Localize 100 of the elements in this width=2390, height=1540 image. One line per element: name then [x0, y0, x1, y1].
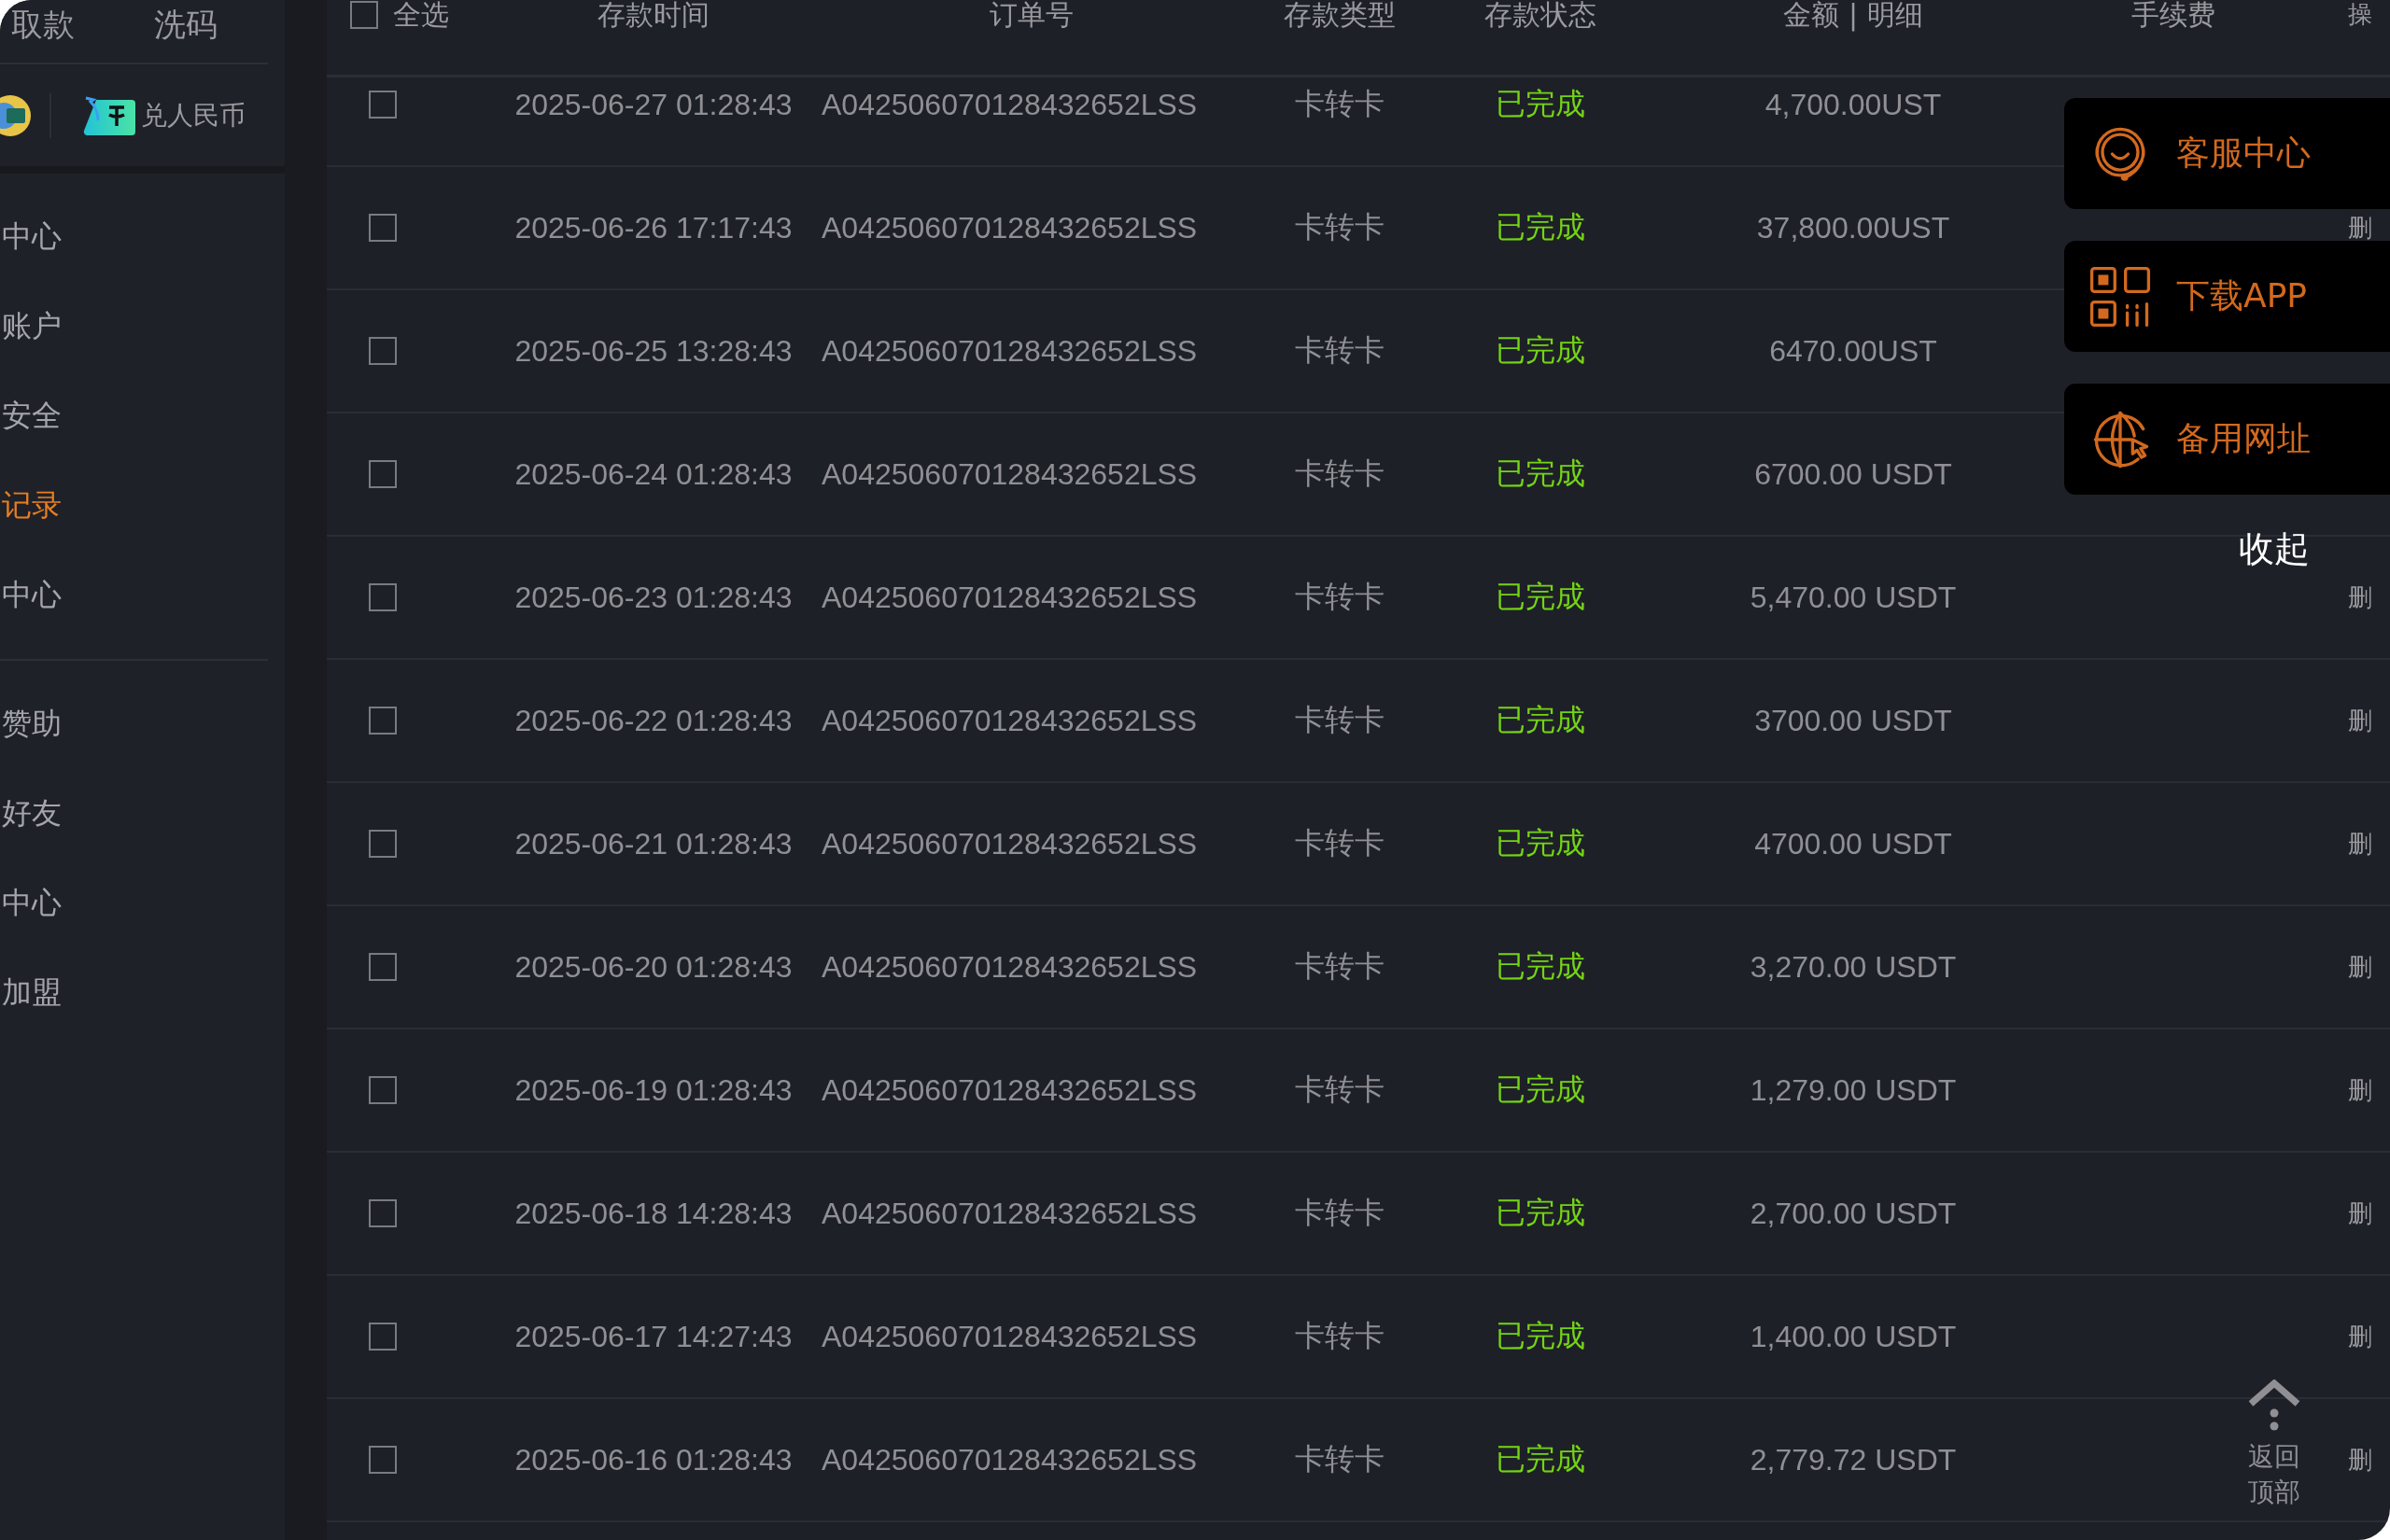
delete-link[interactable]: 删	[2348, 215, 2372, 241]
type-cell-text: 卡转卡	[1294, 948, 1385, 985]
time-cell-text: 2025-06-16 01:28:43	[513, 1442, 794, 1477]
sidebar-item[interactable]: 好友	[0, 769, 268, 859]
sidebar-item[interactable]: 中心	[0, 859, 268, 948]
time-cell-text: 2025-06-22 01:28:43	[513, 703, 794, 738]
checkbox[interactable]	[369, 460, 397, 488]
sidebar-tab[interactable]: 取款	[11, 4, 75, 63]
coin-icon	[0, 92, 33, 138]
checkbox[interactable]	[369, 583, 397, 611]
collapse-button[interactable]: 收起	[2239, 525, 2310, 573]
checkbox[interactable]	[369, 1199, 397, 1227]
checkbox[interactable]	[369, 830, 397, 858]
type-cell-text: 卡转卡	[1294, 1318, 1385, 1354]
time-cell-text: 2025-06-18 14:28:43	[513, 1196, 794, 1231]
checkbox[interactable]	[369, 1446, 397, 1474]
status-cell-text: 已完成	[1495, 1441, 1586, 1477]
sidebar-item[interactable]: 安全	[0, 371, 285, 461]
sidebar-item[interactable]: 中心	[0, 192, 285, 282]
delete-link[interactable]: 删	[2348, 584, 2372, 610]
time-cell-text: 2025-06-27 01:28:43	[513, 87, 794, 122]
order-number-cell-text: A042506070128432652LSS	[822, 1319, 1199, 1354]
checkbox[interactable]	[369, 1076, 397, 1104]
status-cell-text: 已完成	[1495, 579, 1586, 615]
checkbox[interactable]	[369, 1323, 397, 1351]
order-number-cell-text: A042506070128432652LSS	[822, 333, 1199, 369]
amount-cell-text: 2,779.72 USDT	[1749, 1442, 1958, 1477]
exchange-label: 兑人民币	[141, 98, 246, 133]
type-cell-text: 卡转卡	[1294, 455, 1385, 492]
sidebar-item[interactable]: 记录	[0, 461, 285, 551]
column-header: 存款时间	[597, 1, 710, 29]
order-number-cell-text: A042506070128432652LSS	[822, 1442, 1199, 1477]
time-cell-text: 2025-06-21 01:28:43	[513, 826, 794, 861]
float-menu-button[interactable]: 备用网址	[2064, 384, 2390, 495]
float-menu-button[interactable]: 客服中心	[2064, 98, 2390, 209]
amount-cell-text: 5,470.00 USDT	[1749, 580, 1958, 615]
type-cell-text: 卡转卡	[1294, 86, 1385, 122]
amount-cell-text: 4,700.00UST	[1764, 87, 1943, 122]
type-cell-text: 卡转卡	[1294, 332, 1385, 369]
checkbox[interactable]	[369, 91, 397, 119]
status-cell-text: 已完成	[1495, 825, 1586, 861]
type-cell-text: 卡转卡	[1294, 1071, 1385, 1108]
amount-cell-text: 1,279.00 USDT	[1749, 1072, 1958, 1108]
amount-cell-text: 6470.00UST	[1768, 333, 1938, 369]
type-cell-text: 卡转卡	[1294, 702, 1385, 738]
type-cell-text: 卡转卡	[1294, 209, 1385, 245]
order-number-cell-text: A042506070128432652LSS	[822, 210, 1199, 245]
column-header: 操	[2348, 1, 2372, 27]
order-number-cell-text: A042506070128432652LSS	[822, 1196, 1199, 1231]
time-cell-text: 2025-06-26 17:17:43	[513, 210, 794, 245]
status-cell-text: 已完成	[1495, 1071, 1586, 1108]
time-cell-text: 2025-06-20 01:28:43	[513, 949, 794, 985]
order-number-cell-text: A042506070128432652LSS	[822, 826, 1199, 861]
delete-link[interactable]: 删	[2348, 1323, 2372, 1350]
column-header: 存款类型	[1283, 1, 1397, 29]
type-cell-text: 卡转卡	[1294, 1441, 1385, 1477]
delete-link[interactable]: 删	[2348, 831, 2372, 857]
type-cell-text: 卡转卡	[1294, 825, 1385, 861]
delete-link[interactable]: 删	[2348, 954, 2372, 980]
usdt-exchange-icon	[83, 95, 135, 135]
order-number-cell-text: A042506070128432652LSS	[822, 580, 1199, 615]
checkbox[interactable]	[369, 337, 397, 365]
order-number-cell-text: A042506070128432652LSS	[822, 87, 1199, 122]
amount-cell-text: 1,400.00 USDT	[1749, 1319, 1958, 1354]
status-cell-text: 已完成	[1495, 948, 1586, 985]
checkbox[interactable]	[350, 1, 378, 29]
sidebar-item[interactable]: 中心	[0, 551, 285, 640]
delete-link[interactable]: 删	[2348, 1200, 2372, 1226]
time-cell-text: 2025-06-17 14:27:43	[513, 1319, 794, 1354]
status-cell-text: 已完成	[1495, 702, 1586, 738]
amount-cell-text: 4700.00 USDT	[1753, 826, 1953, 861]
order-number-cell-text: A042506070128432652LSS	[822, 703, 1199, 738]
column-header: 存款状态	[1483, 1, 1597, 29]
amount-cell-text: 37,800.00UST	[1755, 210, 1951, 245]
checkbox[interactable]	[369, 707, 397, 735]
time-cell-text: 2025-06-19 01:28:43	[513, 1072, 794, 1108]
select-all-label: 全选	[393, 1, 449, 29]
order-number-cell-text: A042506070128432652LSS	[822, 456, 1199, 492]
time-cell-text: 2025-06-25 13:28:43	[513, 333, 794, 369]
status-cell-text: 已完成	[1495, 209, 1586, 245]
amount-cell-text: 3700.00 USDT	[1753, 703, 1953, 738]
delete-link[interactable]: 删	[2348, 1447, 2372, 1473]
amount-cell-text: 6700.00 USDT	[1753, 456, 1953, 492]
sidebar-tab[interactable]: 洗码	[154, 4, 218, 63]
amount-cell-text: 2,700.00 USDT	[1749, 1196, 1958, 1231]
delete-link[interactable]: 删	[2348, 1077, 2372, 1103]
status-cell-text: 已完成	[1495, 1195, 1586, 1231]
back-to-top-button[interactable]: 返回顶部	[2245, 1379, 2303, 1510]
status-cell-text: 已完成	[1495, 332, 1586, 369]
float-menu-button[interactable]: 下载APP	[2064, 241, 2390, 352]
checkbox[interactable]	[369, 214, 397, 242]
sidebar-item[interactable]: 加盟	[0, 948, 268, 1038]
checkbox[interactable]	[369, 953, 397, 981]
delete-link[interactable]: 删	[2348, 707, 2372, 734]
sidebar-item[interactable]: 赞助	[0, 679, 268, 769]
column-header: 订单号	[989, 1, 1075, 29]
type-cell-text: 卡转卡	[1294, 579, 1385, 615]
sidebar-item[interactable]: 账户	[0, 282, 285, 371]
status-cell-text: 已完成	[1495, 455, 1586, 492]
time-cell-text: 2025-06-24 01:28:43	[513, 456, 794, 492]
